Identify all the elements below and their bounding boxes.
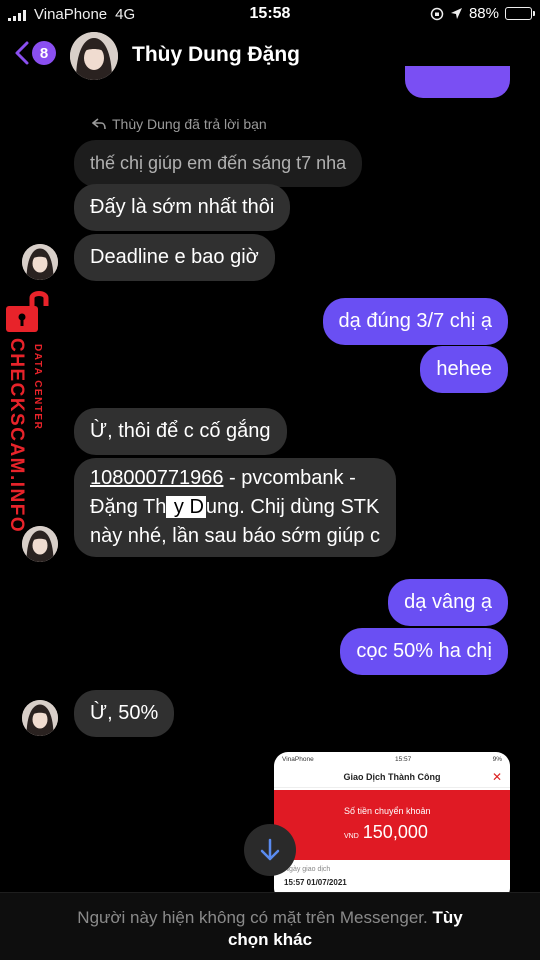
lock-icon xyxy=(6,291,49,332)
chevron-left-icon xyxy=(15,41,29,65)
highlighted-text: y D xyxy=(166,496,206,518)
unread-badge: 8 xyxy=(32,41,56,65)
unavailable-footer: Người này hiện không có mặt trên Messeng… xyxy=(0,892,540,960)
bank-info-line: 108000771966 - pvcombank - xyxy=(90,467,356,489)
battery-icon xyxy=(505,7,535,20)
sender-avatar[interactable] xyxy=(22,244,58,280)
avatar-photo xyxy=(70,32,118,80)
more-options-link[interactable]: chọn khác xyxy=(0,929,540,951)
more-options-link[interactable]: Tùy xyxy=(432,908,462,927)
status-bar: VinaPhone 4G 15:58 88% xyxy=(0,0,540,30)
transfer-date: 15:57 01/07/2021 xyxy=(284,878,347,887)
orientation-lock-icon xyxy=(430,7,444,20)
back-button[interactable]: 8 xyxy=(14,40,56,66)
outgoing-message[interactable]: dạ vâng ạ xyxy=(388,579,508,626)
reply-note-text: Thùy Dung đã trả lời bạn xyxy=(112,116,267,132)
watermark-subtitle: DATA CENTER xyxy=(32,344,43,431)
quoted-message[interactable]: thế chị giúp em đến sáng t7 nha xyxy=(74,140,363,187)
account-number-link[interactable]: 108000771966 xyxy=(90,467,223,489)
reply-note: Thùy Dung đã trả lời bạn xyxy=(92,116,267,132)
unavailable-notice: Người này hiện không có mặt trên Messeng… xyxy=(77,908,428,927)
thumb-title: Giao Dịch Thành Công ✕ xyxy=(274,766,510,788)
close-icon: ✕ xyxy=(491,770,502,784)
transfer-amount: 150,000 xyxy=(362,822,428,842)
avatar-photo xyxy=(22,244,58,280)
previous-message-bubble[interactable] xyxy=(405,66,510,98)
thumb-amount-panel: Số tiền chuyển khoản VND 150,000 xyxy=(274,790,510,860)
avatar-photo xyxy=(22,700,58,736)
bank-info-line: Đặng Th y Dung. Chij dùng STK xyxy=(90,496,380,518)
arrow-down-icon xyxy=(260,838,280,861)
incoming-message[interactable]: Đấy là sớm nhất thôi xyxy=(74,184,291,231)
incoming-message[interactable]: Ừ, thôi để c cố gắng xyxy=(74,408,287,455)
scroll-to-bottom-button[interactable] xyxy=(244,824,296,876)
transfer-screenshot-image[interactable]: VinaPhone 15:57 9% Giao Dịch Thành Công … xyxy=(274,752,510,902)
reply-icon xyxy=(92,118,106,130)
thumb-status-bar: VinaPhone 15:57 9% xyxy=(282,755,502,763)
battery-percent: 88% xyxy=(468,5,499,22)
incoming-message[interactable]: Ừ, 50% xyxy=(74,690,175,737)
watermark: CHECKSCAM.INFO DATA CENTER xyxy=(0,288,62,558)
bank-info-line: này nhé, lần sau báo sớm giúp c xyxy=(90,525,380,547)
outgoing-message[interactable]: dạ đúng 3/7 chị ạ xyxy=(322,298,508,345)
contact-avatar[interactable] xyxy=(70,32,118,80)
watermark-title: CHECKSCAM.INFO xyxy=(6,338,27,534)
sender-avatar[interactable] xyxy=(22,700,58,736)
location-icon xyxy=(450,8,462,19)
outgoing-message[interactable]: cọc 50% ha chị xyxy=(340,628,508,675)
outgoing-message[interactable]: hehee xyxy=(420,346,508,393)
bank-info-message[interactable]: 108000771966 - pvcombank - Đặng Th y Dun… xyxy=(74,458,396,557)
contact-name[interactable]: Thùy Dung Đặng xyxy=(132,43,300,67)
incoming-message[interactable]: Deadline e bao giờ xyxy=(74,234,275,281)
